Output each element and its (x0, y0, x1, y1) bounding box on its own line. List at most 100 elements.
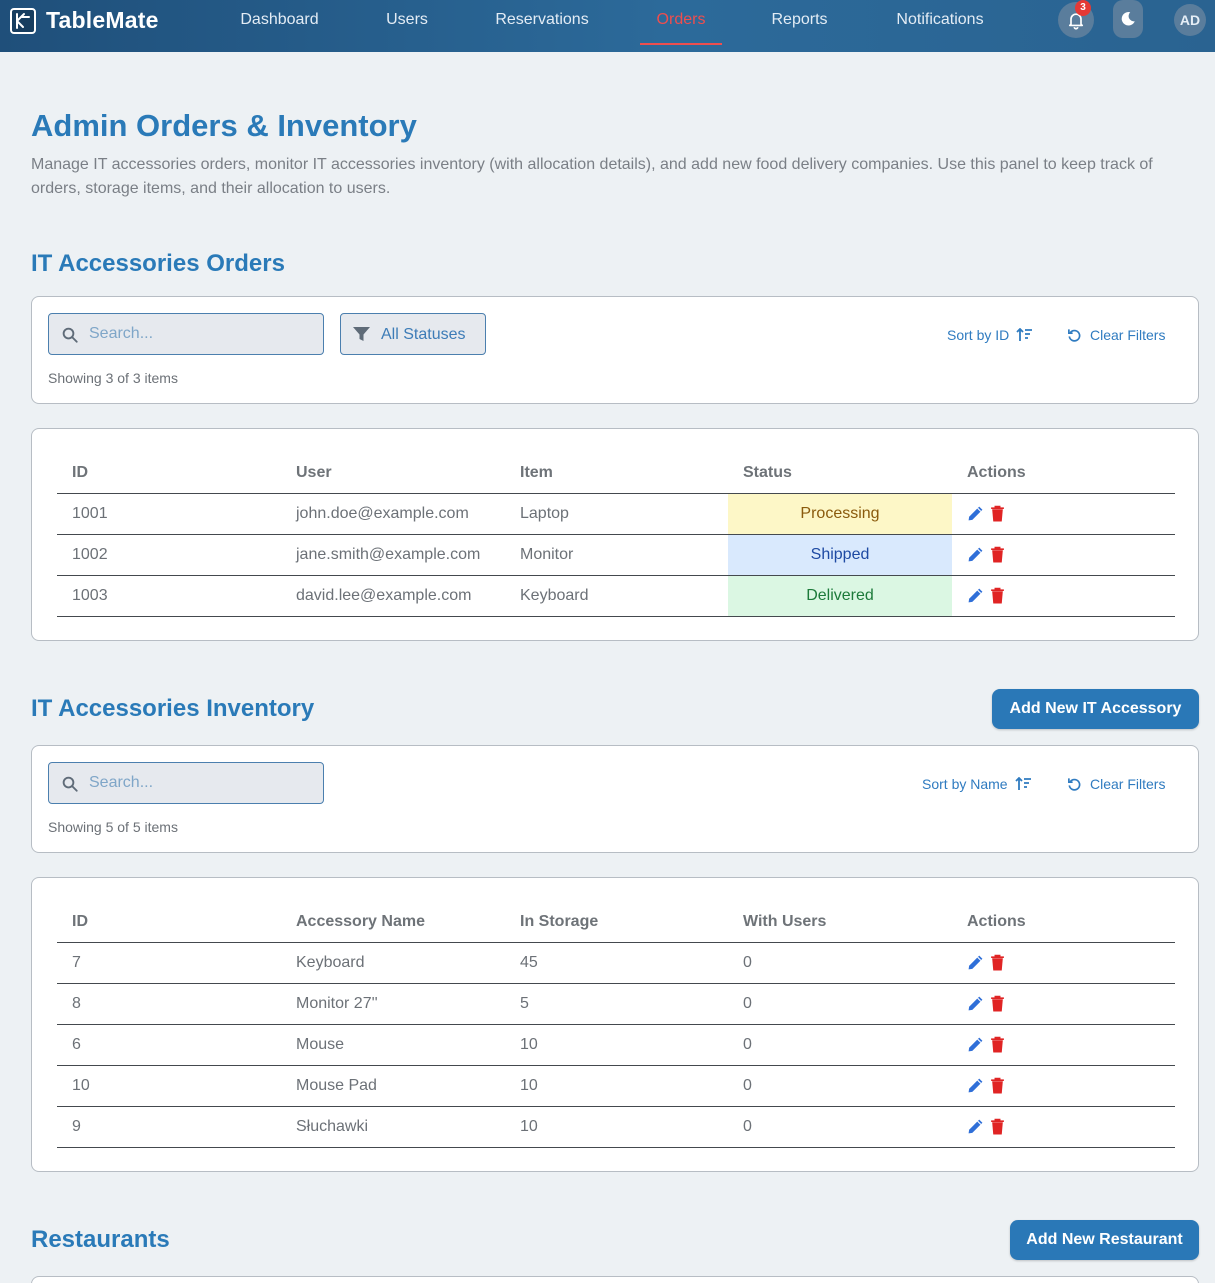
search-icon (62, 327, 78, 343)
column-header-accessory-name[interactable]: Accessory Name (281, 902, 505, 943)
accessory-in-storage: 10 (505, 1024, 728, 1066)
nav-link-orders[interactable]: Orders (640, 0, 722, 52)
page-description: Manage IT accessories orders, monitor IT… (31, 156, 1153, 197)
accessory-id: 10 (57, 1065, 281, 1107)
table-header-row: ID User Item Status Actions (57, 453, 1175, 494)
add-it-accessory-button[interactable]: Add New IT Accessory (992, 689, 1199, 729)
column-header-id[interactable]: ID (57, 902, 281, 943)
reset-icon (1068, 328, 1081, 342)
pencil-icon (968, 1037, 983, 1052)
nav-link-reservations[interactable]: Reservations (487, 0, 597, 52)
add-restaurant-button[interactable]: Add New Restaurant (1010, 1220, 1199, 1260)
inventory-section-title: IT Accessories Inventory (31, 695, 315, 722)
orders-clear-filters-label: Clear Filters (1090, 327, 1166, 343)
edit-button[interactable] (967, 546, 984, 563)
column-header-item[interactable]: Item (505, 453, 728, 494)
orders-sort-button[interactable]: Sort by ID (947, 327, 1033, 343)
inventory-clear-filters-label: Clear Filters (1090, 776, 1166, 792)
status-filter-dropdown[interactable]: All Statuses (340, 313, 486, 355)
edit-button[interactable] (967, 954, 984, 971)
accessory-with-users: 0 (728, 942, 952, 984)
pencil-icon (968, 506, 983, 521)
brand-name: TableMate (46, 7, 159, 33)
trash-icon (991, 587, 1004, 604)
row-actions (952, 1106, 1175, 1148)
edit-button[interactable] (967, 1036, 984, 1053)
delete-button[interactable] (990, 995, 1005, 1012)
column-header-user[interactable]: User (281, 453, 505, 494)
inventory-search-input[interactable] (89, 763, 309, 803)
column-header-in-storage[interactable]: In Storage (505, 902, 728, 943)
trash-icon (991, 1077, 1004, 1094)
pencil-icon (968, 1119, 983, 1134)
accessory-name: Słuchawki (281, 1106, 505, 1148)
inventory-showing-count: Showing 5 of 5 items (48, 819, 178, 835)
accessory-name: Keyboard (281, 942, 505, 984)
edit-button[interactable] (967, 995, 984, 1012)
top-navbar: TableMate Dashboard Users Reservations O… (0, 0, 1215, 52)
inventory-sort-label: Sort by Name (922, 776, 1008, 792)
moon-icon (1121, 12, 1135, 26)
delete-button[interactable] (990, 1036, 1005, 1053)
pencil-icon (968, 955, 983, 970)
accessory-with-users: 0 (728, 1024, 952, 1066)
table-row: 1003 david.lee@example.com Keyboard Deli… (57, 575, 1175, 617)
row-actions (952, 983, 1175, 1025)
pencil-icon (968, 588, 983, 603)
restaurants-section-title: Restaurants (31, 1226, 170, 1253)
edit-button[interactable] (967, 587, 984, 604)
column-header-id[interactable]: ID (57, 453, 281, 494)
pencil-icon (968, 547, 983, 562)
nav-link-notifications[interactable]: Notifications (886, 0, 994, 52)
column-header-status[interactable]: Status (728, 453, 952, 494)
status-badge: Delivered (728, 575, 952, 617)
accessory-with-users: 0 (728, 1065, 952, 1107)
column-header-actions: Actions (952, 453, 1175, 494)
delete-button[interactable] (990, 546, 1005, 563)
row-actions (952, 1024, 1175, 1066)
row-actions (952, 575, 1175, 617)
delete-button[interactable] (990, 1118, 1005, 1135)
inventory-search-box (48, 762, 324, 804)
trash-icon (991, 505, 1004, 522)
table-row: 6 Mouse 10 0 (57, 1024, 1175, 1066)
trash-icon (991, 954, 1004, 971)
nav-link-dashboard[interactable]: Dashboard (232, 0, 327, 52)
theme-toggle-button[interactable] (1113, 0, 1143, 38)
nav-link-users[interactable]: Users (378, 0, 436, 52)
accessory-name: Monitor 27'' (281, 983, 505, 1025)
inventory-sort-button[interactable]: Sort by Name (922, 776, 1032, 792)
delete-button[interactable] (990, 505, 1005, 522)
row-actions (952, 493, 1175, 535)
orders-showing-count: Showing 3 of 3 items (48, 370, 178, 386)
orders-search-input[interactable] (89, 314, 309, 354)
inventory-clear-filters-button[interactable]: Clear Filters (1067, 776, 1165, 792)
trash-icon (991, 995, 1004, 1012)
column-header-with-users[interactable]: With Users (728, 902, 952, 943)
inventory-table-card: ID Accessory Name In Storage With Users … (31, 877, 1199, 1172)
table-row: 7 Keyboard 45 0 (57, 942, 1175, 984)
delete-button[interactable] (990, 1077, 1005, 1094)
edit-button[interactable] (967, 1077, 984, 1094)
notifications-button[interactable]: 3 (1058, 0, 1094, 38)
table-row: 8 Monitor 27'' 5 0 (57, 983, 1175, 1025)
delete-button[interactable] (990, 954, 1005, 971)
orders-search-box (48, 313, 324, 355)
status-badge: Shipped (728, 534, 952, 576)
notification-count-badge: 3 (1075, 0, 1091, 16)
pencil-icon (968, 996, 983, 1011)
orders-clear-filters-button[interactable]: Clear Filters (1067, 327, 1165, 343)
trash-icon (991, 1036, 1004, 1053)
status-badge: Processing (728, 493, 952, 535)
delete-button[interactable] (990, 587, 1005, 604)
edit-button[interactable] (967, 505, 984, 522)
accessory-id: 7 (57, 942, 281, 984)
brand-logo[interactable]: TableMate (10, 7, 159, 34)
orders-table-card: ID User Item Status Actions 1001 john.do… (31, 428, 1199, 641)
funnel-icon (353, 327, 370, 341)
order-id: 1001 (57, 493, 281, 535)
nav-link-reports[interactable]: Reports (764, 0, 835, 52)
edit-button[interactable] (967, 1118, 984, 1135)
accessory-with-users: 0 (728, 1106, 952, 1148)
user-avatar[interactable]: AD (1174, 4, 1206, 36)
